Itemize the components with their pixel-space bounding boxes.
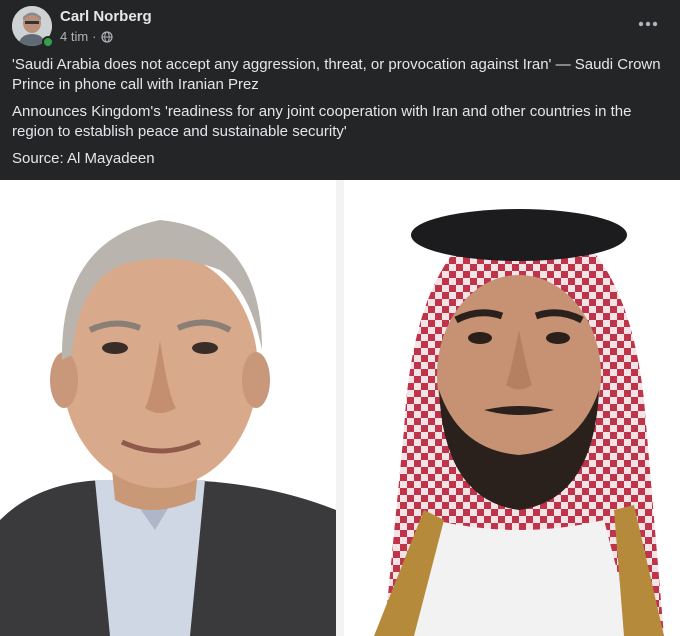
post-meta: 4 tim · <box>60 29 113 44</box>
post-text: 'Saudi Arabia does not accept any aggres… <box>12 55 666 176</box>
post-header: Carl Norberg 4 tim · <box>12 6 668 48</box>
post-photo-collage[interactable] <box>0 180 680 636</box>
more-options-button[interactable] <box>636 12 660 36</box>
post-paragraph-source: Source: Al Mayadeen <box>12 150 155 167</box>
author-name[interactable]: Carl Norberg <box>60 8 152 25</box>
photo-right-portrait[interactable] <box>344 180 680 636</box>
more-horizontal-icon <box>638 21 658 27</box>
post-time[interactable]: 4 tim <box>60 29 88 44</box>
photo-left-portrait[interactable] <box>0 180 336 636</box>
facebook-post: Carl Norberg 4 tim · 'Saudi Arabia does … <box>0 0 680 636</box>
meta-separator: · <box>92 29 97 44</box>
globe-icon[interactable] <box>100 30 113 43</box>
photo-divider <box>336 180 344 636</box>
online-status-indicator <box>42 36 54 48</box>
post-paragraph-announcement: Announces Kingdom's 'readiness for any j… <box>12 103 632 140</box>
post-paragraph-quote: 'Saudi Arabia does not accept any aggres… <box>12 56 661 93</box>
